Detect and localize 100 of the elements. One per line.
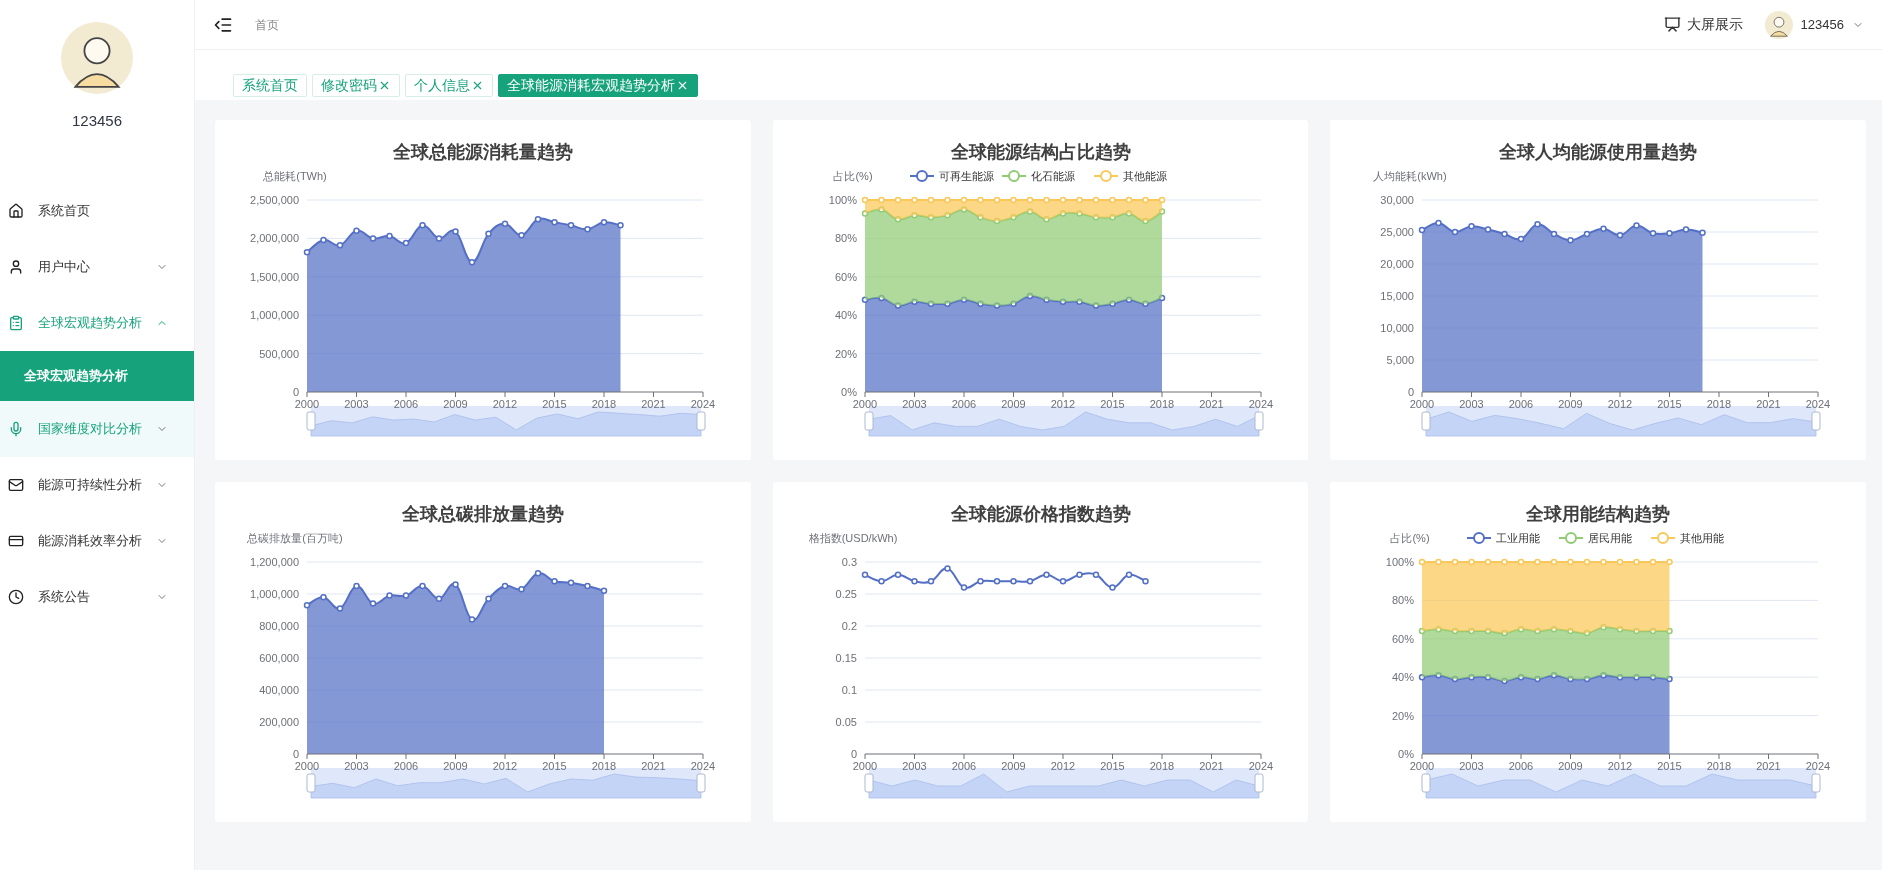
legend-label: 工业用能 xyxy=(1496,532,1541,544)
axis-label: 2000 xyxy=(294,760,320,772)
axis-label: 2009 xyxy=(1558,398,1583,410)
axis-label: 2015 xyxy=(1657,398,1682,410)
axis-label: 2018 xyxy=(1706,760,1732,772)
axis-label: 2021 xyxy=(1198,760,1224,772)
axis-label: 2012 xyxy=(1607,760,1633,772)
chart-title: 全球总碳排放量趋势 xyxy=(401,503,564,526)
chart-title: 全球能源价格指数趋势 xyxy=(950,503,1131,526)
axis-label: 0.1 xyxy=(841,684,857,696)
axis-label: 2015 xyxy=(1099,398,1125,410)
axis-label: 2009 xyxy=(1558,760,1583,772)
axis-label: 2000 xyxy=(294,398,320,410)
axis-label: 2000 xyxy=(852,398,877,410)
axis-label: 2024 xyxy=(1248,398,1273,410)
axis-label: 2018 xyxy=(591,760,617,772)
axis-label: 0 xyxy=(292,748,299,760)
axis-label: 0.15 xyxy=(835,652,857,664)
axis-label: 20% xyxy=(834,347,857,360)
axis-title: 总碳排放量(百万吨) xyxy=(247,532,343,544)
axis-title: 总能耗(TWh) xyxy=(263,170,327,182)
axis-label: 2012 xyxy=(1607,398,1633,410)
axis-label: 0% xyxy=(840,386,857,398)
axis-label: 2009 xyxy=(1000,398,1026,410)
axis-label: 0.3 xyxy=(841,556,857,568)
axis-label: 2009 xyxy=(443,398,468,410)
axis-label: 2003 xyxy=(1459,398,1484,410)
axis-label: 25,000 xyxy=(1380,226,1415,238)
axis-label: 80% xyxy=(1392,594,1415,607)
axis-label: 20,000 xyxy=(1380,258,1415,270)
axis-label: 0 xyxy=(1408,386,1415,398)
chart-title: 全球用能结构趋势 xyxy=(1526,503,1671,526)
axis-label: 80% xyxy=(834,232,857,245)
axis-label: 2024 xyxy=(1805,398,1831,410)
axis-label: 1,200,000 xyxy=(249,556,299,568)
axis-label: 2006 xyxy=(951,760,976,772)
axis-label: 20% xyxy=(1392,709,1415,722)
axis-label: 2003 xyxy=(901,760,927,772)
axis-label: 2021 xyxy=(1756,398,1781,410)
axis-label: 2003 xyxy=(1459,760,1484,772)
axis-label: 200,000 xyxy=(259,716,299,728)
username: 123456 xyxy=(71,111,123,131)
axis-label: 2003 xyxy=(344,398,369,410)
axis-label: 40% xyxy=(834,309,857,322)
axis-label: 2021 xyxy=(641,760,666,772)
axis-label: 30,000 xyxy=(1380,194,1415,206)
axis-label: 100% xyxy=(1386,556,1415,568)
axis-label: 2015 xyxy=(542,760,567,772)
axis-label: 2,000,000 xyxy=(249,232,299,245)
axis-title: 格指数(USD/kWh) xyxy=(808,532,897,544)
axis-label: 2015 xyxy=(1099,760,1125,772)
axis-label: 2024 xyxy=(690,760,716,772)
axis-label: 2006 xyxy=(1508,398,1534,410)
axis-label: 2024 xyxy=(690,398,716,410)
axis-label: 2012 xyxy=(1050,760,1075,772)
axis-label: 5,000 xyxy=(1386,354,1415,366)
axis-label: 2021 xyxy=(1756,760,1781,772)
axis-label: 1,000,000 xyxy=(249,588,299,600)
axis-label: 600,000 xyxy=(259,652,299,664)
axis-label: 2000 xyxy=(1409,760,1435,772)
axis-label: 800,000 xyxy=(259,620,299,632)
axis-label: 1,500,000 xyxy=(249,270,299,283)
axis-label: 2012 xyxy=(492,760,518,772)
axis-title: 人均能耗(kWh) xyxy=(1373,170,1447,182)
axis-label: 500,000 xyxy=(259,347,299,360)
axis-label: 60% xyxy=(1392,632,1415,645)
legend-label: 化石能源 xyxy=(1030,170,1075,182)
axis-label: 0.2 xyxy=(841,620,857,632)
axis-label: 2012 xyxy=(1050,398,1075,410)
axis-label: 400,000 xyxy=(259,684,299,696)
chart-title: 全球总能源消耗量趋势 xyxy=(392,141,573,164)
axis-label: 60% xyxy=(834,270,857,283)
axis-label: 2000 xyxy=(1409,398,1435,410)
axis-title: 占比(%) xyxy=(832,170,873,182)
axis-label: 2003 xyxy=(344,760,369,772)
axis-label: 1,000,000 xyxy=(249,309,299,322)
axis-label: 2006 xyxy=(951,398,976,410)
axis-label: 2018 xyxy=(1706,398,1732,410)
axis-label: 0 xyxy=(292,386,299,398)
legend-label: 其他用能 xyxy=(1680,532,1725,544)
axis-label: 2006 xyxy=(393,760,419,772)
axis-label: 2015 xyxy=(1657,760,1682,772)
axis-label: 2024 xyxy=(1805,760,1831,772)
chart-title: 全球能源结构占比趋势 xyxy=(950,141,1131,164)
axis-label: 2012 xyxy=(492,398,518,410)
axis-label: 100% xyxy=(828,194,857,206)
axis-label: 2021 xyxy=(641,398,666,410)
axis-label: 2024 xyxy=(1248,760,1273,772)
axis-label: 2018 xyxy=(1149,760,1174,772)
axis-label: 2018 xyxy=(1149,398,1174,410)
axis-label: 2006 xyxy=(1508,760,1534,772)
axis-label: 0.25 xyxy=(835,588,857,600)
axis-label: 2003 xyxy=(901,398,927,410)
axis-label: 2009 xyxy=(1000,760,1026,772)
axis-label: 15,000 xyxy=(1380,290,1415,302)
axis-label: 2015 xyxy=(542,398,567,410)
legend-label: 其他能源 xyxy=(1122,170,1167,182)
legend-label: 居民用能 xyxy=(1588,532,1633,544)
axis-label: 2,500,000 xyxy=(249,194,299,206)
axis-label: 2000 xyxy=(852,760,877,772)
